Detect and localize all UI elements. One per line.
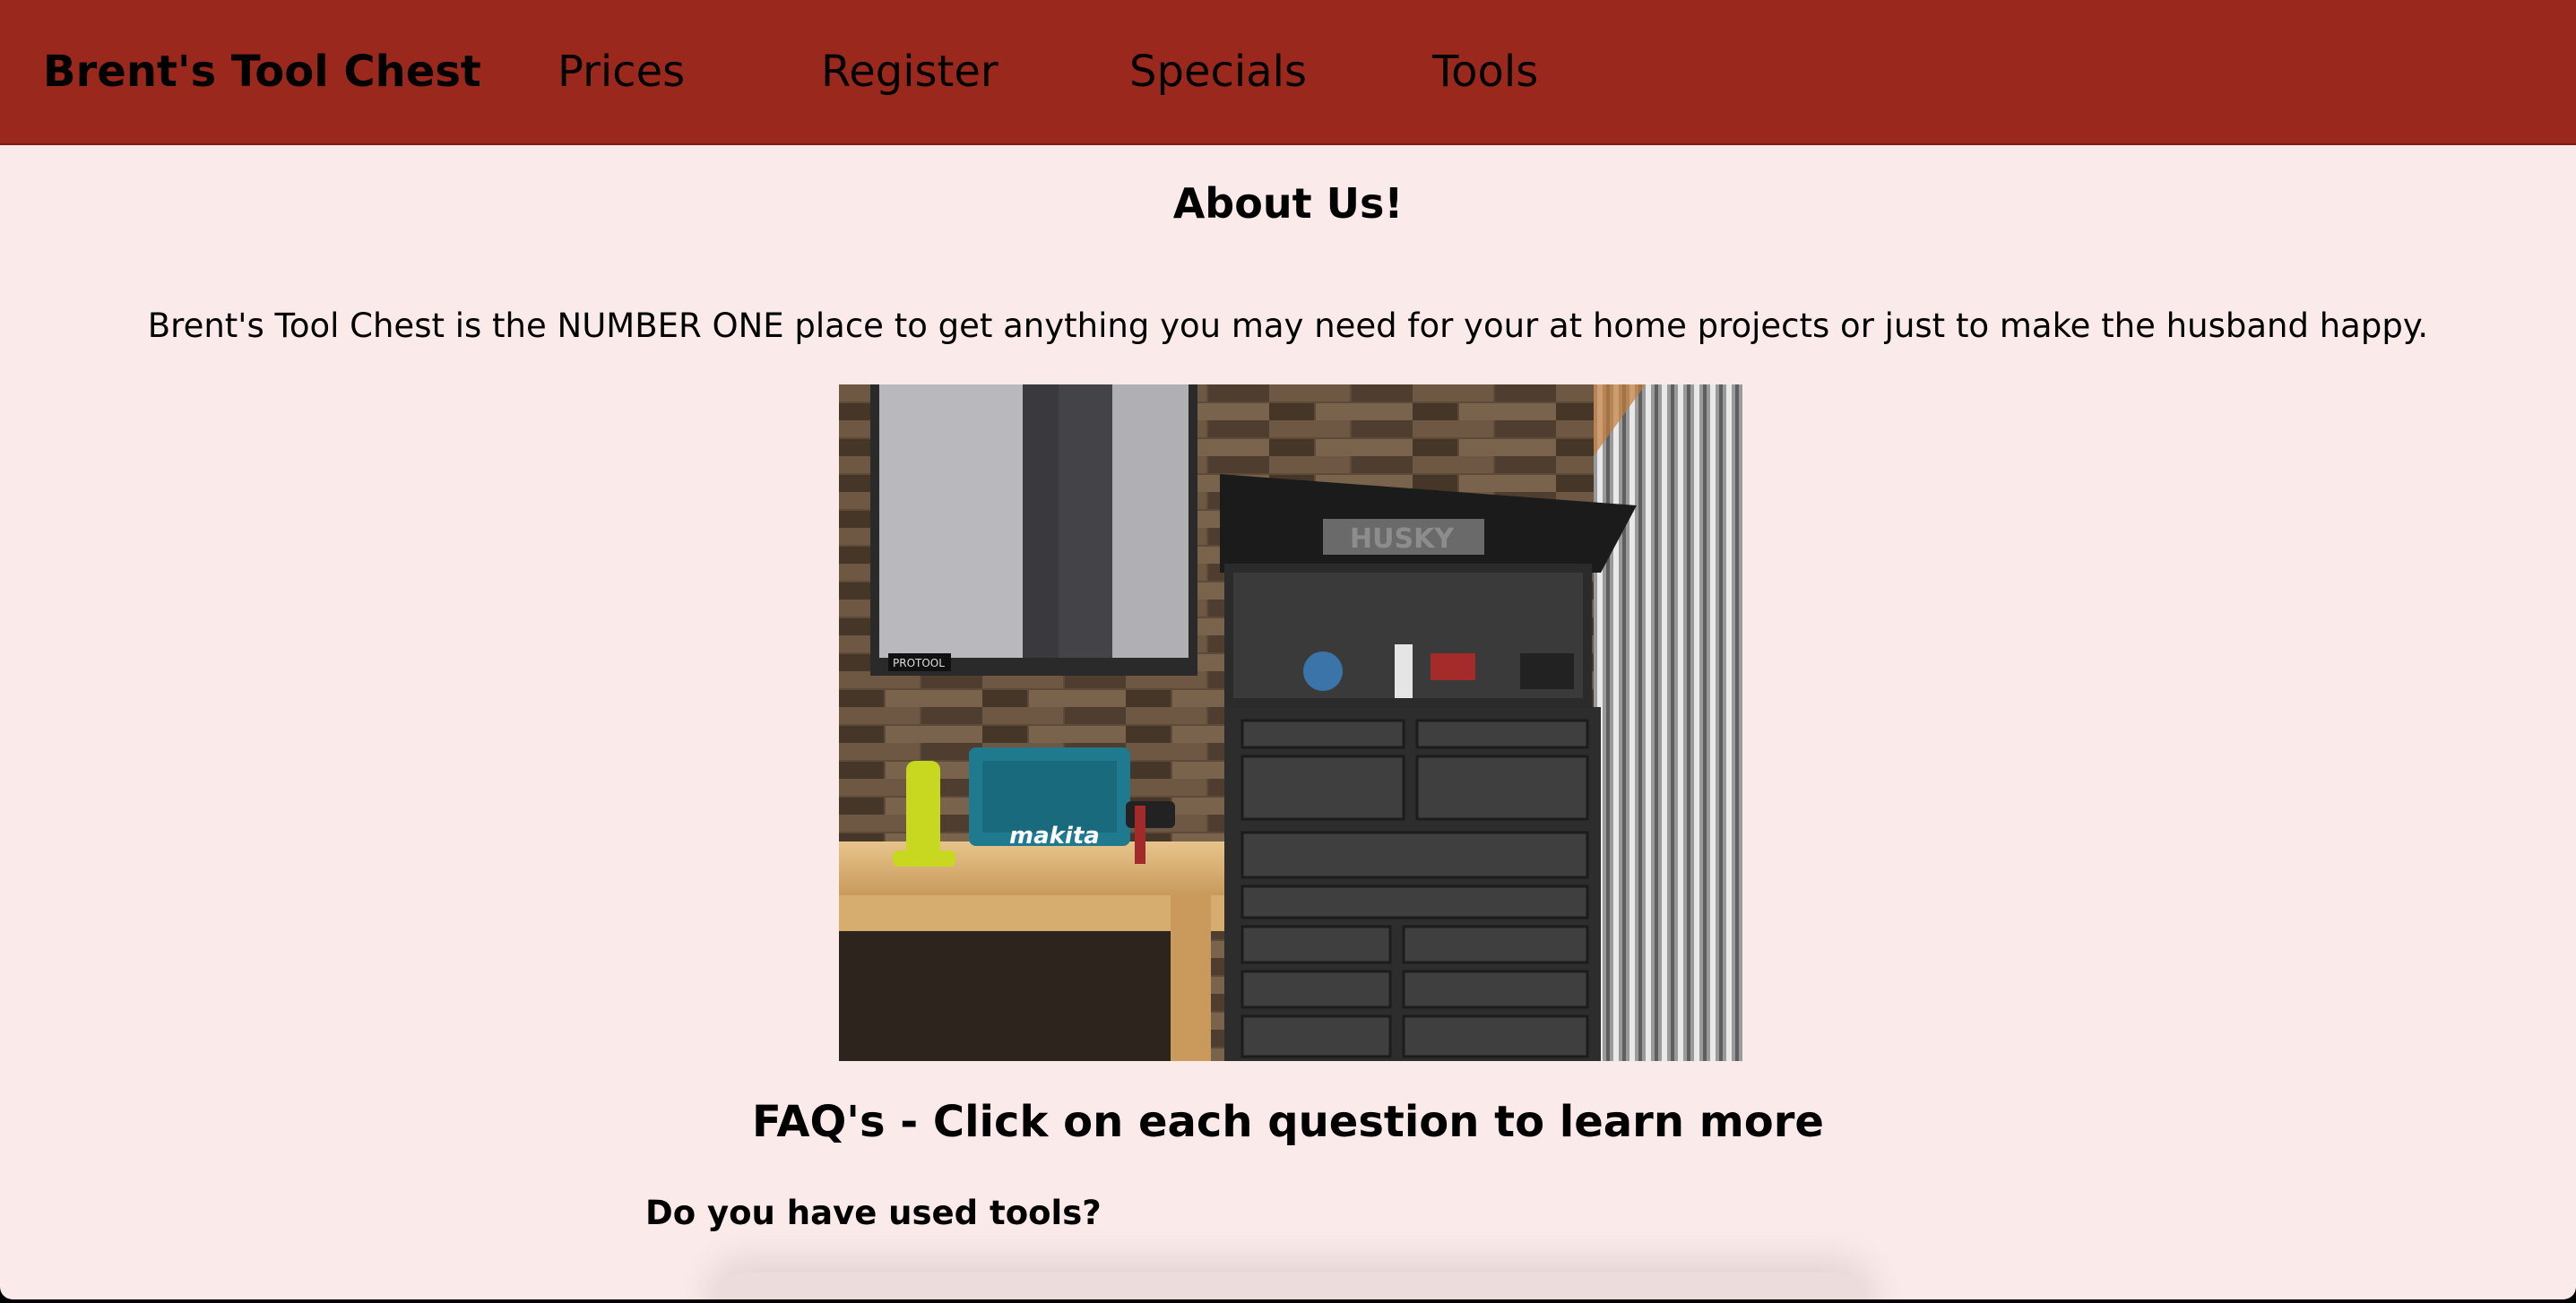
faq-title: FAQ's - Click on each question to learn … [752,1097,1824,1147]
svg-text:PROTOOL: PROTOOL [893,657,945,669]
faq-question-used-tools[interactable]: Do you have used tools? [645,1194,1102,1232]
husky-chest-label: HUSKY [1350,523,1455,555]
makita-box-label: makita [1009,823,1100,850]
navbar: Brent's Tool Chest Prices Register Speci… [0,0,2576,145]
nav-link-specials[interactable]: Specials [1129,0,1307,143]
nav-link-tools[interactable]: Tools [1432,0,1538,143]
about-description: Brent's Tool Chest is the NUMBER ONE pla… [147,306,2429,345]
nav-link-prices[interactable]: Prices [558,0,685,143]
nav-link-register[interactable]: Register [821,0,998,143]
brand-logo-link[interactable]: Brent's Tool Chest [43,0,481,143]
about-title: About Us! [1172,179,1404,228]
tool-chest-photo: PROTOOL makita HUSKY [839,384,1742,1061]
faq-answer-panel [717,1273,1864,1299]
page: Brent's Tool Chest Prices Register Speci… [0,0,2576,1299]
